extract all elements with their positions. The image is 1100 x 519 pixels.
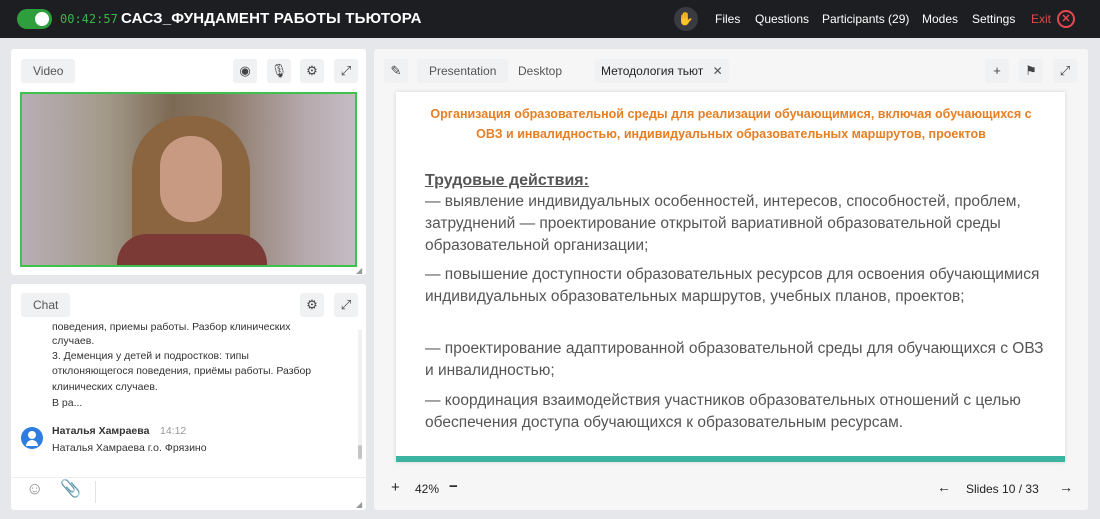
zoom-out-button[interactable]: −: [449, 478, 458, 495]
slide-item: — проектирование адаптированной образова…: [425, 340, 1044, 379]
pencil-icon[interactable]: ✎: [384, 59, 408, 83]
bookmark-icon[interactable]: ⚑: [1019, 59, 1043, 83]
slide-counter: Slides 10 / 33: [966, 482, 1039, 496]
chat-timestamp: 14:12: [160, 425, 187, 437]
recording-toggle[interactable]: [17, 9, 52, 29]
chat-message-line: 3. Деменция у детей и подростков: типы: [52, 350, 249, 362]
slide-heading: Трудовые действия:: [425, 172, 589, 189]
chat-message-line: поведения, приемы работы. Разбор клиниче…: [52, 321, 291, 333]
chat-footer-divider: [95, 481, 96, 503]
add-icon[interactable]: +: [985, 59, 1009, 83]
slide-title: Организация образовательной среды для ре…: [430, 107, 1032, 141]
next-slide-icon[interactable]: →: [1059, 479, 1073, 495]
slide-item: — повышение доступности образовательных …: [425, 266, 1040, 305]
slides-label: Slides: [966, 482, 999, 496]
slide-canvas: Организация образовательной среды для ре…: [396, 92, 1065, 462]
chat-message-line: отклоняющегося поведения, приёмы работы.…: [52, 365, 312, 377]
emoji-icon[interactable]: ☺: [26, 479, 43, 499]
gear-icon[interactable]: ⚙: [300, 293, 324, 317]
camera-icon[interactable]: ◉: [233, 59, 257, 83]
session-timer: 00:42:57: [60, 12, 118, 26]
document-tab-label: Методология тьют: [601, 64, 704, 78]
event-title: САСЗ_ФУНДАМЕНТ РАБОТЫ ТЬЮТОРА: [121, 10, 422, 27]
video-tab[interactable]: Video: [21, 59, 76, 83]
zoom-in-button[interactable]: +: [391, 479, 400, 496]
expand-icon[interactable]: ⤢: [334, 293, 358, 317]
chat-message-line: клинических случаев.: [52, 381, 158, 393]
expand-icon[interactable]: ⤢: [1053, 59, 1077, 83]
menu-participants[interactable]: Participants (29): [822, 12, 909, 26]
chat-scrollbar[interactable]: [358, 330, 362, 460]
menu-modes[interactable]: Modes: [922, 12, 958, 26]
chat-message-text: Наталья Хамраева г.о. Фрязино: [52, 442, 207, 454]
document-tab[interactable]: Методология тьют ✕: [595, 59, 729, 83]
tab-presentation[interactable]: Presentation: [417, 59, 509, 83]
raise-hand-icon[interactable]: ✋: [674, 7, 698, 31]
menu-questions[interactable]: Questions: [755, 12, 809, 26]
avatar: [21, 427, 43, 449]
chat-tab[interactable]: Chat: [21, 293, 71, 317]
close-icon[interactable]: ✕: [713, 64, 723, 78]
chat-message-line: случаев.: [52, 335, 95, 347]
resize-handle-icon[interactable]: ◢: [356, 266, 362, 275]
exit-icon[interactable]: ✕: [1057, 10, 1075, 28]
top-bar: 00:42:57 САСЗ_ФУНДАМЕНТ РАБОТЫ ТЬЮТОРА ✋…: [0, 0, 1100, 38]
tab-desktop[interactable]: Desktop: [506, 59, 574, 83]
slide-item: — координация взаимодействия участников …: [425, 392, 1021, 431]
chat-author: Наталья Хамраева: [52, 425, 150, 437]
zoom-level: 42%: [415, 482, 440, 496]
menu-files[interactable]: Files: [715, 12, 740, 26]
total-slides: 33: [1025, 482, 1039, 496]
slide-stripe: [396, 456, 1065, 462]
video-feed: [20, 92, 357, 267]
chat-message-line: В ра...: [52, 397, 83, 409]
menu-settings[interactable]: Settings: [972, 12, 1015, 26]
chat-scroll-thumb[interactable]: [358, 445, 362, 459]
microphone-icon[interactable]: 🎙: [267, 59, 291, 83]
speaker-face: [160, 136, 222, 222]
resize-handle-icon[interactable]: ◢: [356, 500, 362, 509]
slide-item: — выявление индивидуальных особенностей,…: [425, 193, 1021, 254]
expand-icon[interactable]: ⤢: [334, 59, 358, 83]
current-slide: 10: [1002, 482, 1016, 496]
chat-divider: [11, 477, 366, 478]
speaker-shirt: [117, 234, 267, 265]
attachment-icon[interactable]: 📎: [60, 479, 81, 499]
prev-slide-icon[interactable]: ←: [937, 479, 951, 495]
exit-button[interactable]: Exit: [1031, 12, 1051, 26]
gear-icon[interactable]: ⚙: [300, 59, 324, 83]
toggle-knob: [35, 12, 49, 26]
